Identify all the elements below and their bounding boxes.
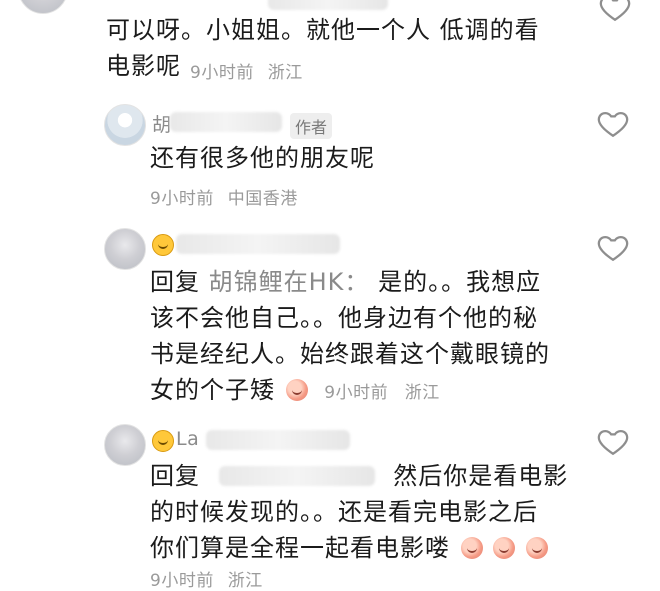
blurred-username <box>206 430 350 450</box>
comment-text: 的时候发现的。。还是看完电影之后 <box>150 498 538 526</box>
comment-text-with-meta: 女的个子矮 9小时前 浙江 <box>150 372 440 411</box>
username[interactable]: 胡 <box>152 110 172 137</box>
blurred-reply-user <box>218 466 375 486</box>
blurred-username <box>170 112 282 132</box>
comment-text-with-emojis: 你们算是全程一起看电影喽 <box>150 530 548 566</box>
peach-emoji <box>493 537 516 559</box>
comment-location: 浙江 <box>404 383 440 403</box>
comment-text: 电影呢 <box>106 52 181 80</box>
comment-time: 9小时前 <box>150 189 214 209</box>
avatar[interactable] <box>104 104 146 146</box>
comment-meta: 9小时前 浙江 <box>190 58 303 83</box>
reply-to-user[interactable]: 胡锦鲤在HK： <box>209 268 370 296</box>
comment-text: 还有很多他的朋友呢 <box>150 144 375 172</box>
peach-emoji <box>285 379 308 401</box>
comment-text: 是的。。我想应 <box>378 268 542 296</box>
heart-icon[interactable] <box>596 106 630 140</box>
heart-icon[interactable] <box>596 424 630 458</box>
comment-time: 9小时前 <box>150 571 214 591</box>
peach-emoji <box>525 537 548 559</box>
avatar[interactable] <box>104 228 146 270</box>
comment-text: 女的个子矮 <box>150 376 275 404</box>
comment-text: 你们算是全程一起看电影喽 <box>150 534 450 562</box>
smile-emoji <box>152 234 174 256</box>
author-badge: 作者 <box>290 113 333 139</box>
heart-icon[interactable] <box>596 230 630 264</box>
comment-text: 然后你是看电影 <box>393 462 569 490</box>
username[interactable]: La <box>176 428 199 450</box>
blurred-username <box>268 0 388 10</box>
smile-emoji <box>152 430 174 452</box>
reply-label: 回复 <box>150 462 200 490</box>
blurred-username <box>176 234 340 254</box>
comment-location: 浙江 <box>227 571 263 591</box>
reply-text-line: 回复 胡锦鲤在HK： 是的。。我想应 <box>150 264 541 300</box>
heart-icon[interactable] <box>598 0 632 24</box>
avatar[interactable] <box>104 424 146 466</box>
comment-time: 9小时前 <box>324 383 389 403</box>
comment-location: 浙江 <box>267 63 303 83</box>
comment-text: 该不会他自己。。他身边有个他的秘 <box>150 304 538 332</box>
reply-text-line: 回复 然后你是看电影 <box>150 458 568 494</box>
comment-text: 可以呀。小姐姐。就他一个人 低调的看 <box>106 16 540 44</box>
comment-text: 书是经纪人。始终跟着这个戴眼镜的 <box>150 340 550 368</box>
comment-location: 中国香港 <box>227 189 298 209</box>
avatar[interactable] <box>18 0 68 14</box>
peach-emoji <box>460 537 483 559</box>
comment-meta: 9小时前 浙江 <box>150 566 263 591</box>
comment-meta: 9小时前 中国香港 <box>150 184 298 209</box>
comment-time: 9小时前 <box>190 63 254 83</box>
reply-label: 回复 <box>150 268 200 296</box>
